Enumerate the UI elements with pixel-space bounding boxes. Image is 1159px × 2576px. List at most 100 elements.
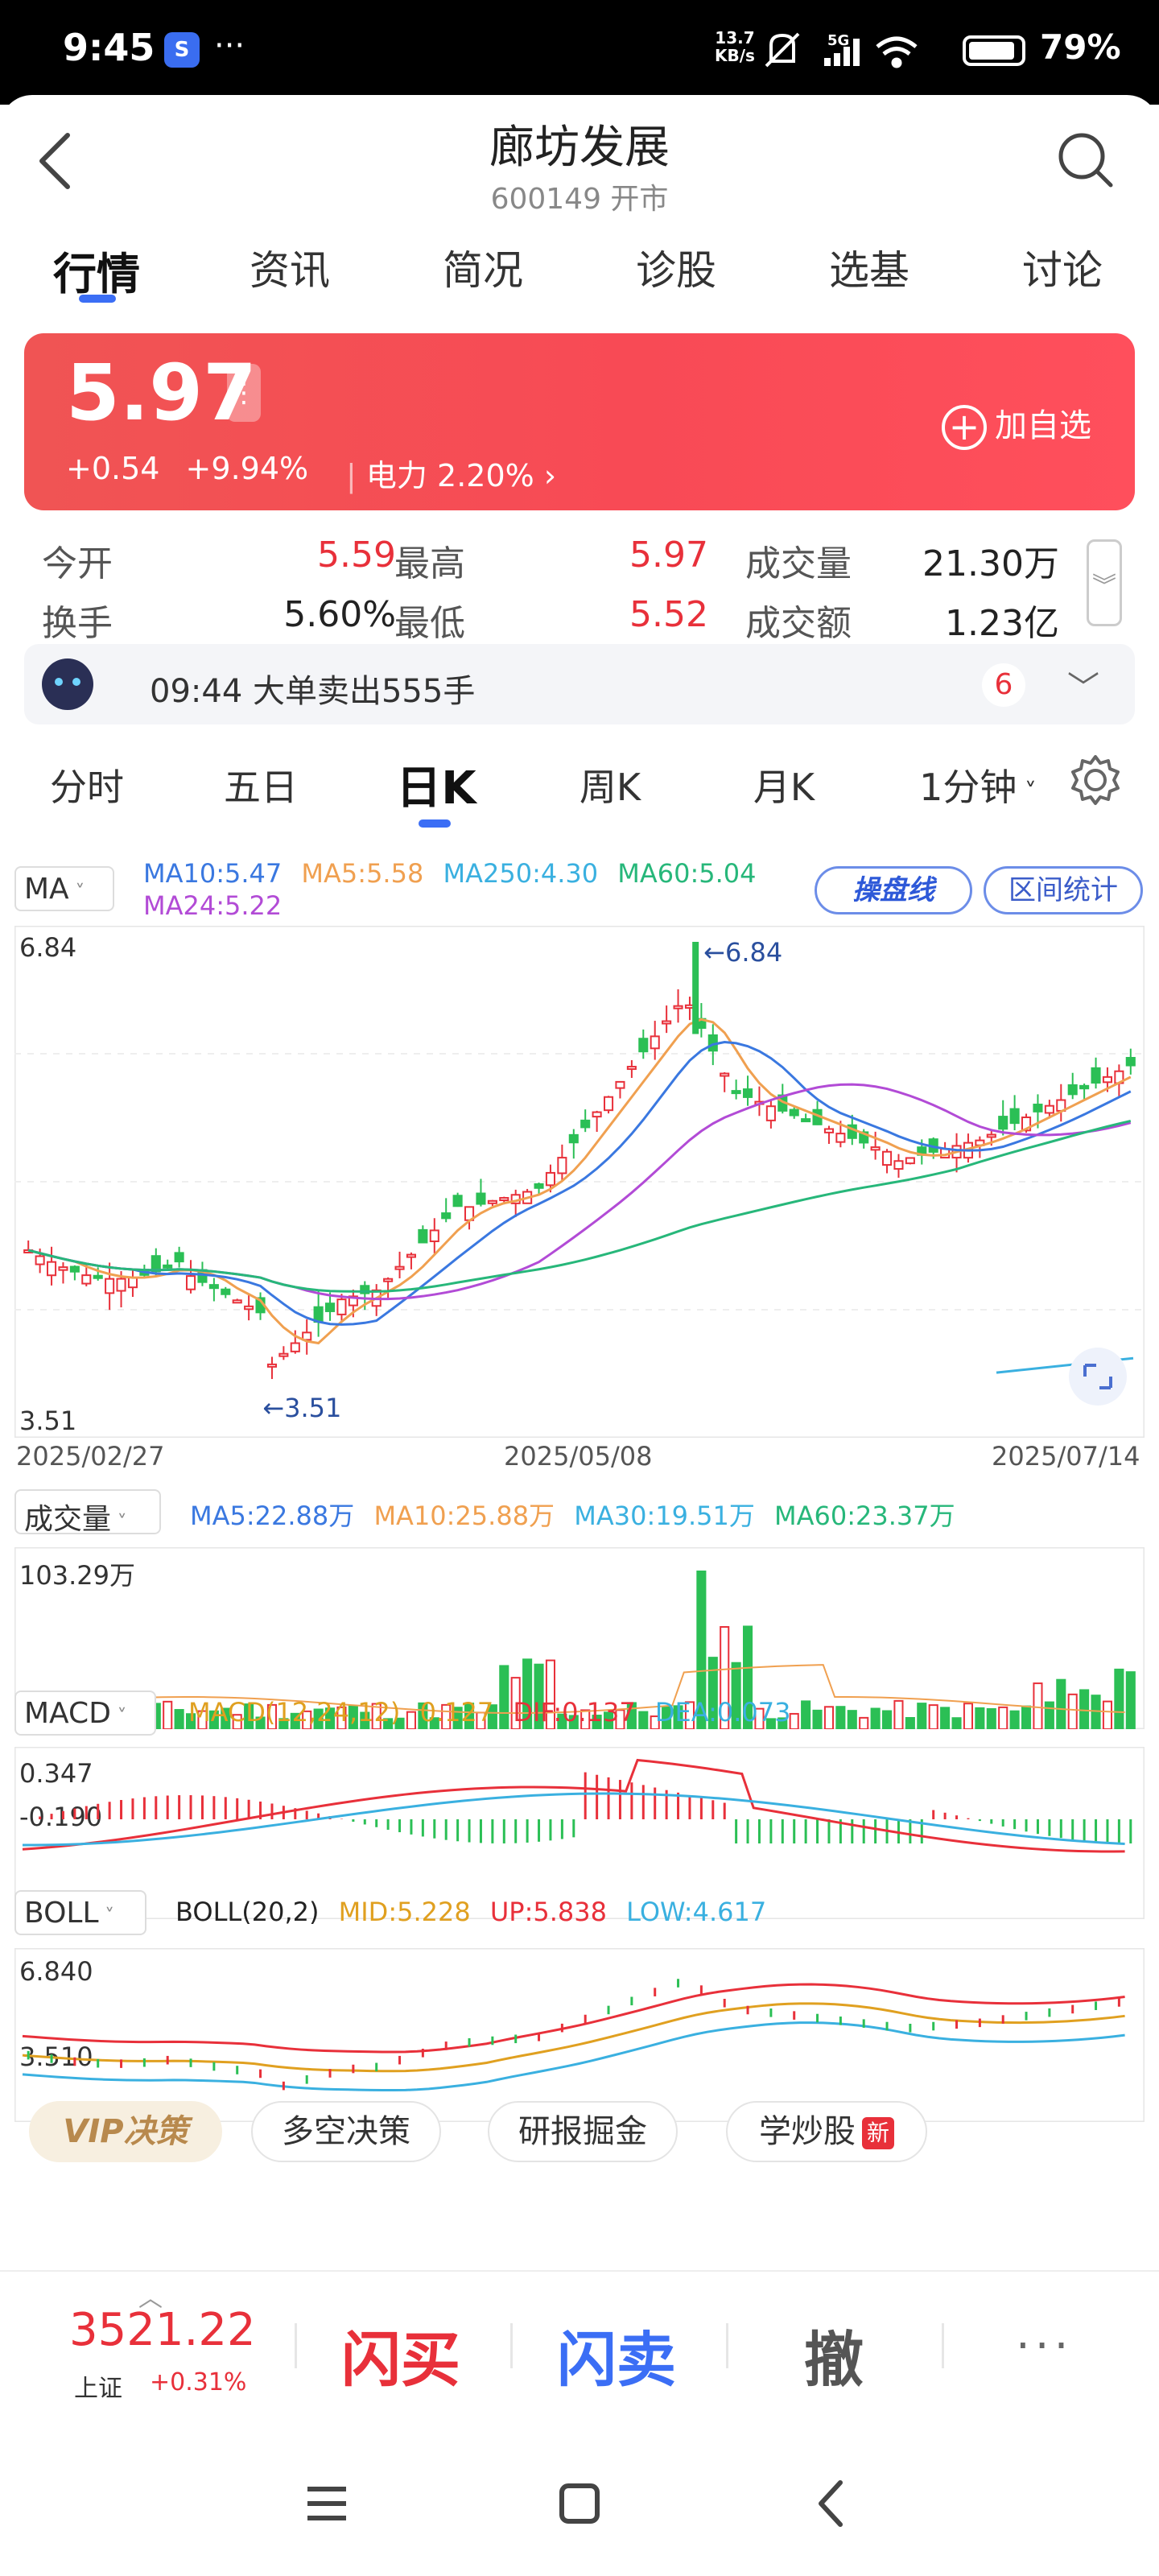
low-marker: ←3.51	[262, 1393, 341, 1423]
chevron-down-icon[interactable]: ﹀	[1067, 662, 1099, 708]
candle	[1067, 1084, 1078, 1096]
ma-selector[interactable]: MA ˅	[14, 866, 114, 911]
vip-decision-chip[interactable]: VIP决策	[29, 2101, 222, 2162]
candle	[986, 1133, 996, 1138]
boll-selector[interactable]: BOLL ˅	[14, 1890, 146, 1935]
volume-bar	[1021, 1705, 1032, 1729]
stat-high: 最高 5.97	[394, 535, 708, 584]
candle	[127, 1276, 138, 1289]
candle	[1091, 1067, 1101, 1084]
dropdown-caret-icon: ˅	[110, 1705, 127, 1728]
candle	[429, 1229, 439, 1243]
tab-diagnosis[interactable]: 诊股	[604, 238, 749, 296]
flash-buy-button[interactable]: 闪买	[320, 2312, 481, 2398]
dropdown-caret-icon: ˅	[1017, 778, 1037, 807]
network-type: 5G	[827, 32, 849, 49]
period-minute-dropdown[interactable]: 1分钟 ˅	[901, 758, 1054, 811]
candle	[1009, 1108, 1020, 1125]
research-chip[interactable]: 研报掘金	[488, 2101, 678, 2162]
volume-selector[interactable]: 成交量 ˅	[14, 1489, 161, 1536]
volume-bar	[998, 1706, 1008, 1729]
candle	[638, 1038, 649, 1053]
tab-profile[interactable]: 简况	[410, 238, 555, 296]
period-weekly[interactable]: 周K	[546, 758, 674, 811]
long-short-decision-chip[interactable]: 多空决策	[251, 2101, 441, 2162]
back-nav-icon[interactable]	[800, 2471, 864, 2536]
candle	[58, 1266, 68, 1271]
candle	[418, 1228, 428, 1244]
volume-bar	[928, 1704, 938, 1729]
candle	[580, 1119, 591, 1129]
candle	[290, 1342, 300, 1352]
candle	[69, 1265, 80, 1273]
volume-bar	[1102, 1700, 1113, 1729]
stock-code-status: 600149 开市	[490, 183, 669, 216]
candle	[441, 1212, 452, 1220]
candle	[870, 1146, 881, 1151]
dea-line	[22, 1792, 1125, 1847]
tab-quote[interactable]: 行情	[24, 238, 169, 302]
candle	[765, 1105, 776, 1121]
price-more-icon[interactable]: ⋮	[227, 364, 261, 422]
volume-bar	[1091, 1695, 1101, 1729]
date-mid: 2025/05/08	[504, 1441, 653, 1472]
candle	[1102, 1075, 1113, 1084]
volume-bar	[1009, 1710, 1020, 1729]
cancel-order-button[interactable]: 撤	[753, 2312, 914, 2398]
volume-bar	[940, 1707, 951, 1729]
candle	[720, 1072, 730, 1077]
stat-turnover: 换手 5.60%	[42, 594, 396, 644]
candle	[174, 1252, 184, 1263]
date-end: 2025/07/14	[992, 1441, 1140, 1472]
dif-line	[22, 1758, 1125, 1853]
period-intraday[interactable]: 分时	[23, 758, 151, 811]
kline-chart[interactable]: ←6.84 ←3.51	[14, 926, 1145, 1438]
boll-up-line	[22, 1983, 1125, 2054]
system-nav-bar	[0, 2423, 1159, 2576]
candle	[452, 1195, 463, 1208]
more-icon[interactable]: ···	[1016, 2320, 1073, 2372]
learn-trading-chip[interactable]: 学炒股新	[726, 2101, 927, 2162]
period-daily[interactable]: 日K	[372, 752, 501, 817]
fullscreen-icon	[1069, 1348, 1127, 1406]
boll-legend: BOLL(20,2) MID:5.228 UP:5.838 LOW:4.617	[175, 1897, 767, 1927]
gear-icon[interactable]	[1067, 752, 1124, 808]
search-icon[interactable]	[1053, 127, 1117, 192]
candle	[534, 1183, 544, 1189]
battery-icon	[963, 35, 1025, 66]
candle	[998, 1116, 1008, 1130]
candle	[615, 1080, 625, 1089]
volume-bar	[905, 1717, 915, 1729]
macd-selector[interactable]: MACD ˅	[14, 1690, 156, 1736]
volume-bar	[963, 1703, 974, 1729]
expand-stats-icon[interactable]: ︾	[1087, 539, 1122, 626]
macd-chart[interactable]	[14, 1747, 1145, 1919]
period-tabs: 分时 五日 日K 周K 月K 1分钟 ˅	[0, 749, 1159, 821]
stat-open: 今开 5.59	[42, 535, 396, 584]
volume-bar	[163, 1700, 173, 1729]
volume-bar	[951, 1717, 962, 1729]
index-value[interactable]: 3521.22	[69, 2304, 256, 2356]
period-5day[interactable]: 五日	[196, 758, 325, 811]
candle	[46, 1261, 57, 1277]
candle	[487, 1199, 497, 1204]
boll-chart[interactable]	[14, 1948, 1145, 2122]
battery-percent: 79%	[1040, 27, 1121, 67]
caopanxian-button[interactable]: 操盘线	[815, 866, 972, 914]
ma24-legend: MA24:5.22	[143, 890, 283, 921]
menu-icon[interactable]	[295, 2471, 359, 2536]
home-icon[interactable]	[547, 2471, 612, 2536]
candle	[406, 1253, 417, 1258]
candle	[105, 1278, 115, 1294]
range-stats-button[interactable]: 区间统计	[984, 866, 1143, 914]
tab-funds[interactable]: 选基	[797, 238, 942, 296]
flash-sell-button[interactable]: 闪卖	[536, 2312, 697, 2398]
candle	[893, 1160, 904, 1170]
big-order-notice[interactable]: 09:44 大单卖出555手 6 ﹀	[24, 644, 1135, 724]
candle	[383, 1278, 394, 1282]
candle	[81, 1274, 92, 1285]
period-monthly[interactable]: 月K	[720, 758, 848, 811]
volume-bar	[174, 1709, 184, 1729]
tab-news[interactable]: 资讯	[217, 238, 362, 296]
tab-discussion[interactable]: 讨论	[990, 238, 1135, 296]
